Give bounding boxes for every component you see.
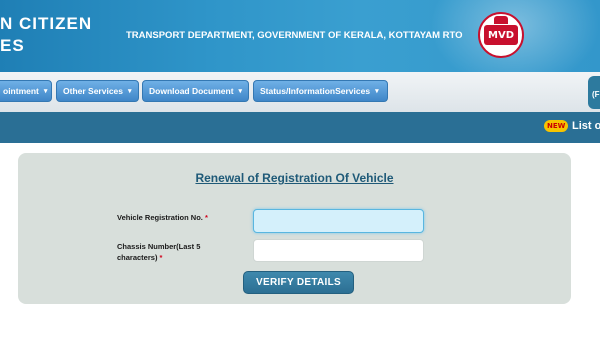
form-title: Renewal of Registration Of Vehicle	[18, 169, 571, 187]
required-marker: *	[159, 253, 163, 262]
menu-label: Status/InformationServices	[260, 86, 371, 96]
registration-no-input[interactable]	[253, 209, 424, 233]
login-panel-stub[interactable]: (F	[588, 76, 600, 109]
caret-down-icon: ▾	[375, 88, 379, 95]
caret-down-icon: ▾	[43, 88, 48, 95]
menu-label: ointment	[3, 86, 39, 96]
mvd-logo-icon: MVD	[478, 12, 524, 58]
news-link[interactable]: List o	[572, 120, 600, 132]
menu-label: Download Document	[149, 86, 234, 96]
menu-appointment[interactable]: ointment ▾	[0, 80, 52, 102]
menu-label: Other Services	[63, 86, 124, 96]
new-badge-icon: NEW	[544, 120, 569, 132]
menu-other-services[interactable]: Other Services ▾	[56, 80, 139, 102]
portal-title-line2: ES	[0, 36, 25, 55]
menu-download-document[interactable]: Download Document ▾	[142, 80, 249, 102]
department-title: TRANSPORT DEPARTMENT, GOVERNMENT OF KERA…	[126, 30, 463, 41]
form-title-text: Renewal of Registration Of Vehicle	[195, 171, 394, 185]
caret-down-icon: ▾	[128, 88, 132, 95]
caret-down-icon: ▾	[238, 88, 243, 95]
registration-no-label: Vehicle Registration No. *	[117, 212, 208, 223]
logo-crown	[494, 16, 508, 24]
registration-no-label-text: Vehicle Registration No.	[117, 213, 203, 222]
main-menu: ointment ▾ Other Services ▾ Download Doc…	[0, 72, 600, 112]
chassis-label-line2: characters) *	[117, 252, 200, 263]
chassis-number-input[interactable]	[253, 239, 424, 262]
portal-title-line1: N CITIZEN	[0, 14, 93, 33]
menu-status-information[interactable]: Status/InformationServices ▾	[253, 80, 388, 102]
logo-text: MVD	[484, 25, 518, 45]
verify-details-button[interactable]: VERIFY DETAILS	[243, 271, 354, 294]
chassis-label-line2-text: characters)	[117, 253, 158, 262]
site-banner: N CITIZEN ES TRANSPORT DEPARTMENT, GOVER…	[0, 0, 600, 72]
required-marker: *	[204, 213, 208, 222]
news-ticker: NEW List o	[0, 112, 600, 143]
chassis-number-label: Chassis Number(Last 5 characters) *	[117, 241, 200, 263]
chassis-label-line1: Chassis Number(Last 5	[117, 242, 201, 251]
renewal-form-panel: Renewal of Registration Of Vehicle Vehic…	[18, 153, 571, 304]
